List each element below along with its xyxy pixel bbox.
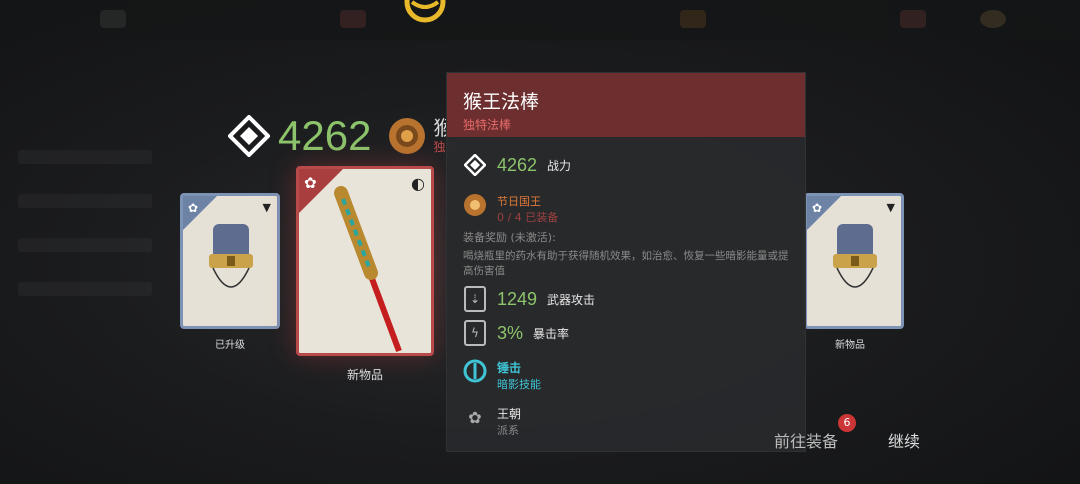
bonus-text: 喝烧瓶里的药水有助于获得随机效果，如治愈、恢复一些暗影能量或提高伤害值 xyxy=(463,250,789,277)
weapon-attack-icon: ⇣ xyxy=(464,286,486,312)
power-value: 4262 xyxy=(497,154,538,175)
stat-row: ϟ 3% 暴击率 xyxy=(463,320,570,346)
item-name: 猴王法棒 xyxy=(463,91,540,113)
item-type: 独特法棒 xyxy=(463,118,512,132)
power-header: 4262 猴 独特 xyxy=(228,112,457,160)
faction-icon: ◐ xyxy=(411,174,425,193)
currency-icon xyxy=(340,10,366,28)
power-value: 4262 xyxy=(278,112,372,159)
lion-king-icon xyxy=(389,118,426,154)
stat-value: 1249 xyxy=(497,288,538,309)
lotus-icon: ✿ xyxy=(812,201,823,215)
lotus-icon: ✿ xyxy=(304,174,317,192)
crit-rate-icon: ϟ xyxy=(464,320,486,346)
set-row: 节日国王 0 / 4 已装备 xyxy=(463,193,558,225)
skill-type: 暗影技能 xyxy=(497,378,541,391)
stat-label: 武器攻击 xyxy=(547,292,596,307)
power-icon xyxy=(228,115,270,157)
faction-row: ✿ 王朝 派系 xyxy=(463,405,521,438)
card-status-label: 已升级 xyxy=(215,340,245,351)
filter-icon: ▼ xyxy=(262,201,271,214)
stat-value: 3% xyxy=(497,322,524,343)
stat-row: ⇣ 1249 武器攻击 xyxy=(463,286,596,312)
lotus-icon: ✿ xyxy=(468,407,482,427)
card-status-label: 新物品 xyxy=(835,340,865,351)
lotus-icon: ✿ xyxy=(188,201,199,215)
shadow-skill-icon xyxy=(463,359,487,383)
item-card-selected[interactable]: ✿ ◐ xyxy=(296,166,434,356)
faction-type: 派系 xyxy=(497,424,519,437)
game-logo-icon xyxy=(404,0,446,23)
lion-king-icon xyxy=(463,193,487,217)
currency-icon xyxy=(680,10,706,28)
menu-icon xyxy=(100,10,126,28)
card-status-label: 新物品 xyxy=(346,368,383,382)
profile-icon xyxy=(980,10,1006,28)
set-progress: 0 / 4 已装备 xyxy=(497,211,559,224)
power-icon xyxy=(463,153,487,177)
filter-icon: ▼ xyxy=(886,201,895,214)
bonus-title: 装备奖励 (未激活): xyxy=(463,231,556,244)
stat-label: 暴击率 xyxy=(533,326,570,341)
item-card-right[interactable]: ✿ ▼ xyxy=(804,193,904,329)
set-bonus: 装备奖励 (未激活): 喝烧瓶里的药水有助于获得随机效果，如治愈、恢复一些暗影能… xyxy=(463,229,789,279)
item-card-left[interactable]: ✿ ▼ xyxy=(180,193,280,329)
set-name: 节日国王 xyxy=(497,195,541,208)
power-row: 4262 战力 xyxy=(463,153,571,177)
tooltip-header: 猴王法棒 独特法棒 xyxy=(447,73,805,137)
faction-name: 王朝 xyxy=(497,407,522,421)
power-label: 战力 xyxy=(547,158,572,173)
background-menu xyxy=(0,120,170,420)
continue-button[interactable]: 继续 xyxy=(888,428,920,452)
go-equip-button[interactable]: 前往装备 xyxy=(774,428,838,452)
item-tooltip: 猴王法棒 独特法棒 4262 战力 节日国王 0 / 4 已装备 装备奖励 (未… xyxy=(446,72,806,452)
top-bar xyxy=(0,0,1080,40)
equip-count-badge: 6 xyxy=(838,414,856,432)
currency-icon xyxy=(900,10,926,28)
skill-name: 锤击 xyxy=(497,361,522,375)
skill-row: 锤击 暗影技能 xyxy=(463,359,541,392)
